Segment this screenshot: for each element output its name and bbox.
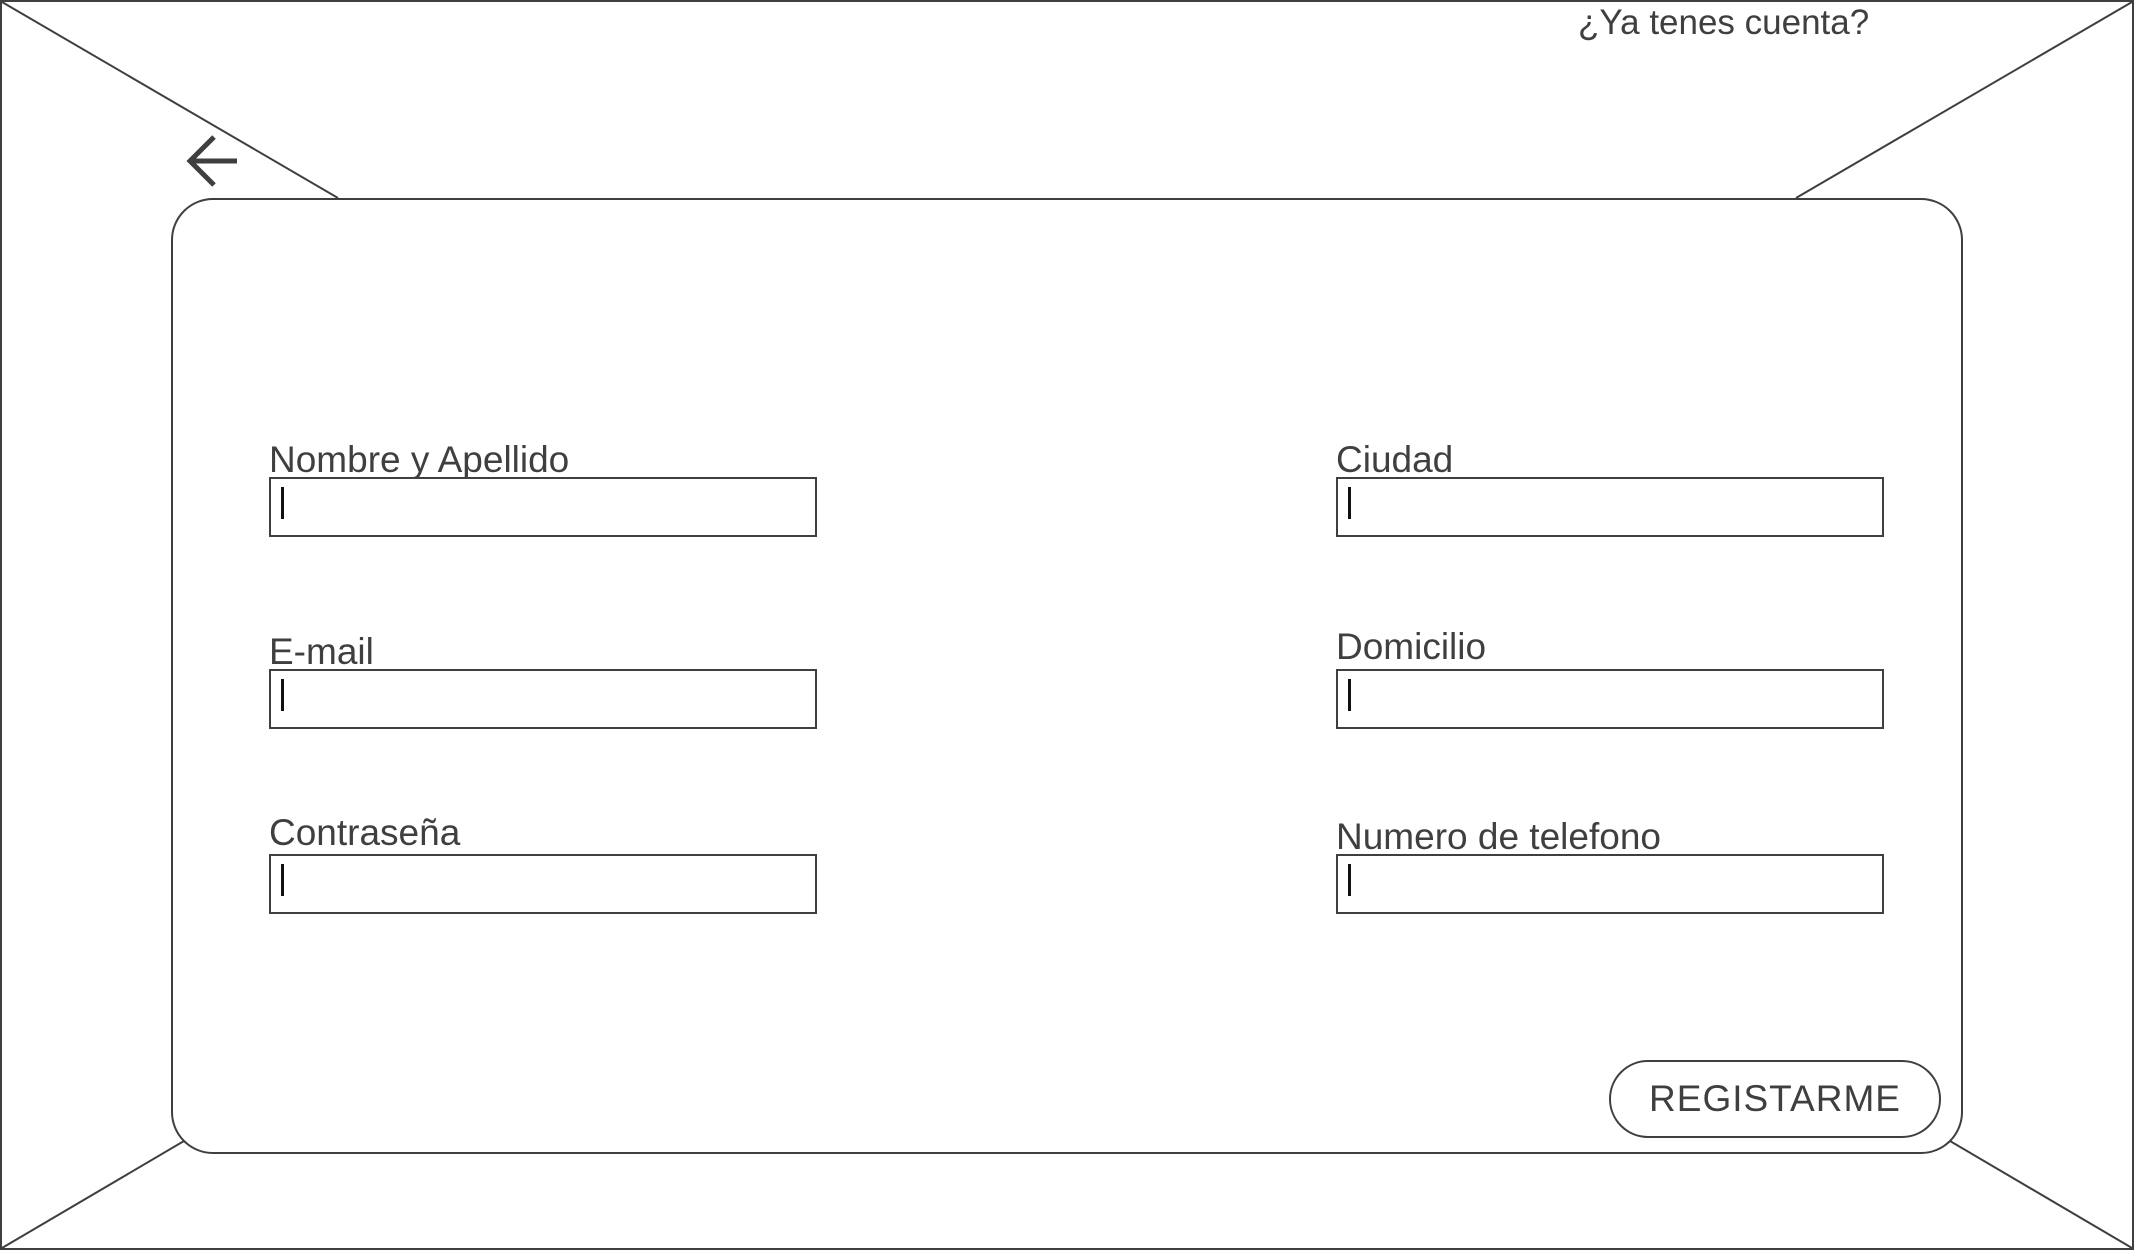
text-cursor — [281, 679, 284, 711]
password-input[interactable] — [269, 854, 817, 914]
telefono-input[interactable] — [1336, 854, 1884, 914]
text-cursor — [1348, 864, 1351, 896]
nombre-input[interactable] — [269, 477, 817, 537]
register-button[interactable]: REGISTARME — [1609, 1060, 1941, 1138]
label-domicilio: Domicilio — [1336, 626, 1487, 667]
label-nombre: Nombre y Apellido — [269, 439, 570, 480]
ciudad-input[interactable] — [1336, 477, 1884, 537]
email-input[interactable] — [269, 669, 817, 729]
text-cursor — [1348, 679, 1351, 711]
label-telefono: Numero de telefono — [1336, 816, 1661, 857]
text-cursor — [281, 487, 284, 519]
domicilio-input[interactable] — [1336, 669, 1884, 729]
text-cursor — [281, 864, 284, 896]
label-password: Contraseña — [269, 812, 461, 853]
label-ciudad: Ciudad — [1336, 439, 1454, 480]
arrow-left-icon — [186, 135, 237, 187]
text-cursor — [1348, 487, 1351, 519]
label-email: E-mail — [269, 631, 374, 672]
login-link[interactable]: ¿Ya tenes cuenta? — [1578, 2, 1869, 44]
back-button[interactable] — [182, 134, 242, 188]
